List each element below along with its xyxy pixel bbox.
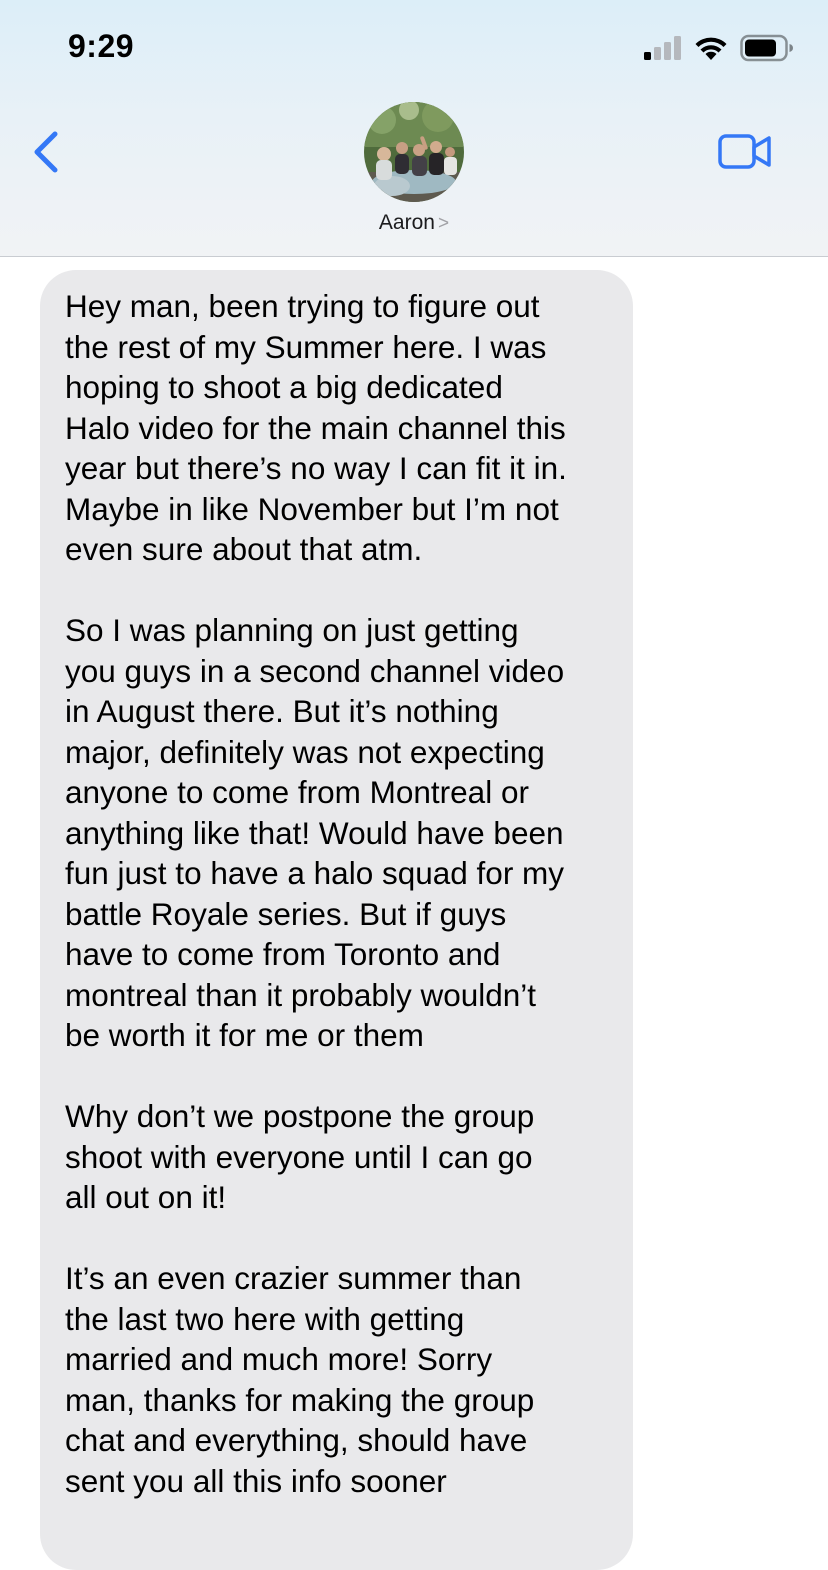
received-message-bubble[interactable]: Hey man, been trying to figure out the r…: [40, 270, 633, 1570]
message-paragraph: Why don’t we postpone the group shoot wi…: [65, 1098, 535, 1215]
cellular-signal-icon: [644, 36, 681, 60]
battery-icon: [740, 34, 793, 62]
chevron-left-icon: [34, 131, 58, 173]
group-photo-avatar-image: [364, 102, 464, 202]
wifi-icon: [695, 37, 727, 60]
message-paragraph: It’s an even crazier summer than the las…: [65, 1260, 535, 1499]
status-time: 9:29: [68, 28, 135, 64]
message-paragraph: Hey man, been trying to figure out the r…: [65, 288, 567, 567]
chevron-right-icon: >: [437, 213, 450, 234]
video-camera-icon: [718, 134, 771, 169]
back-button[interactable]: [28, 128, 68, 178]
contact-name[interactable]: Aaron: [379, 211, 435, 234]
contact-avatar[interactable]: [364, 102, 464, 202]
facetime-video-button[interactable]: [716, 132, 774, 172]
contact-name-row[interactable]: Aaron >: [0, 211, 828, 235]
status-icons: [644, 34, 794, 62]
message-paragraph: So I was planning on just getting you gu…: [65, 612, 565, 1053]
conversation-header: 9:29 Aaron >: [0, 0, 828, 257]
